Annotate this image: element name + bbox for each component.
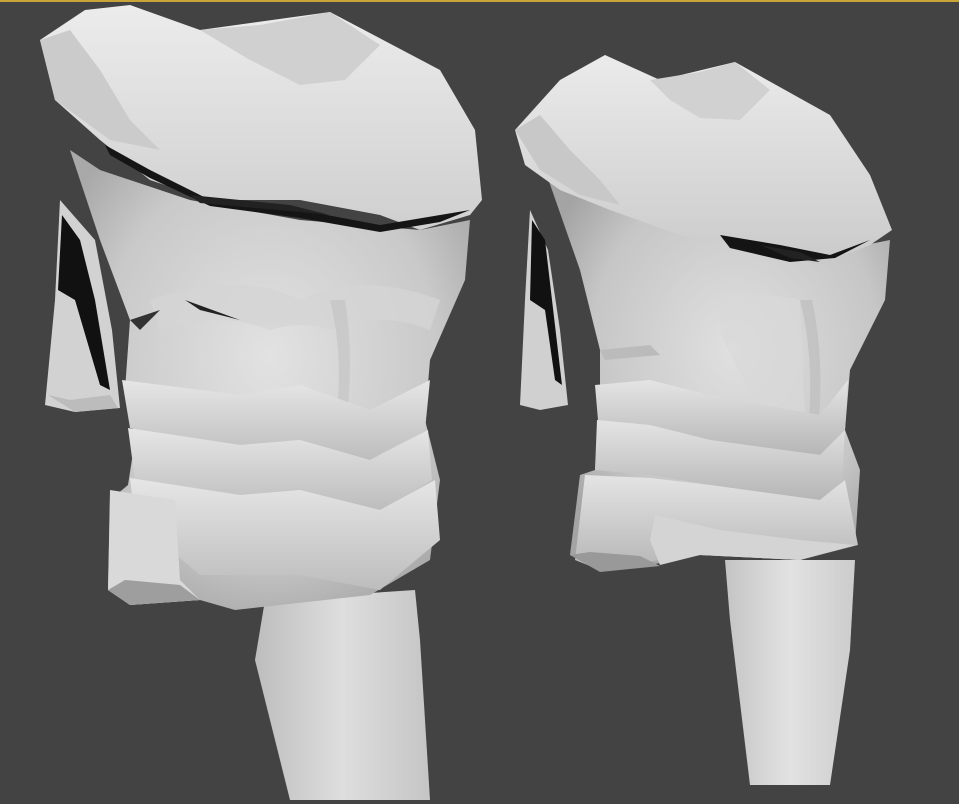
torso-armor-three-quarter-view[interactable]: [0, 0, 959, 804]
3d-viewport[interactable]: [0, 0, 959, 804]
